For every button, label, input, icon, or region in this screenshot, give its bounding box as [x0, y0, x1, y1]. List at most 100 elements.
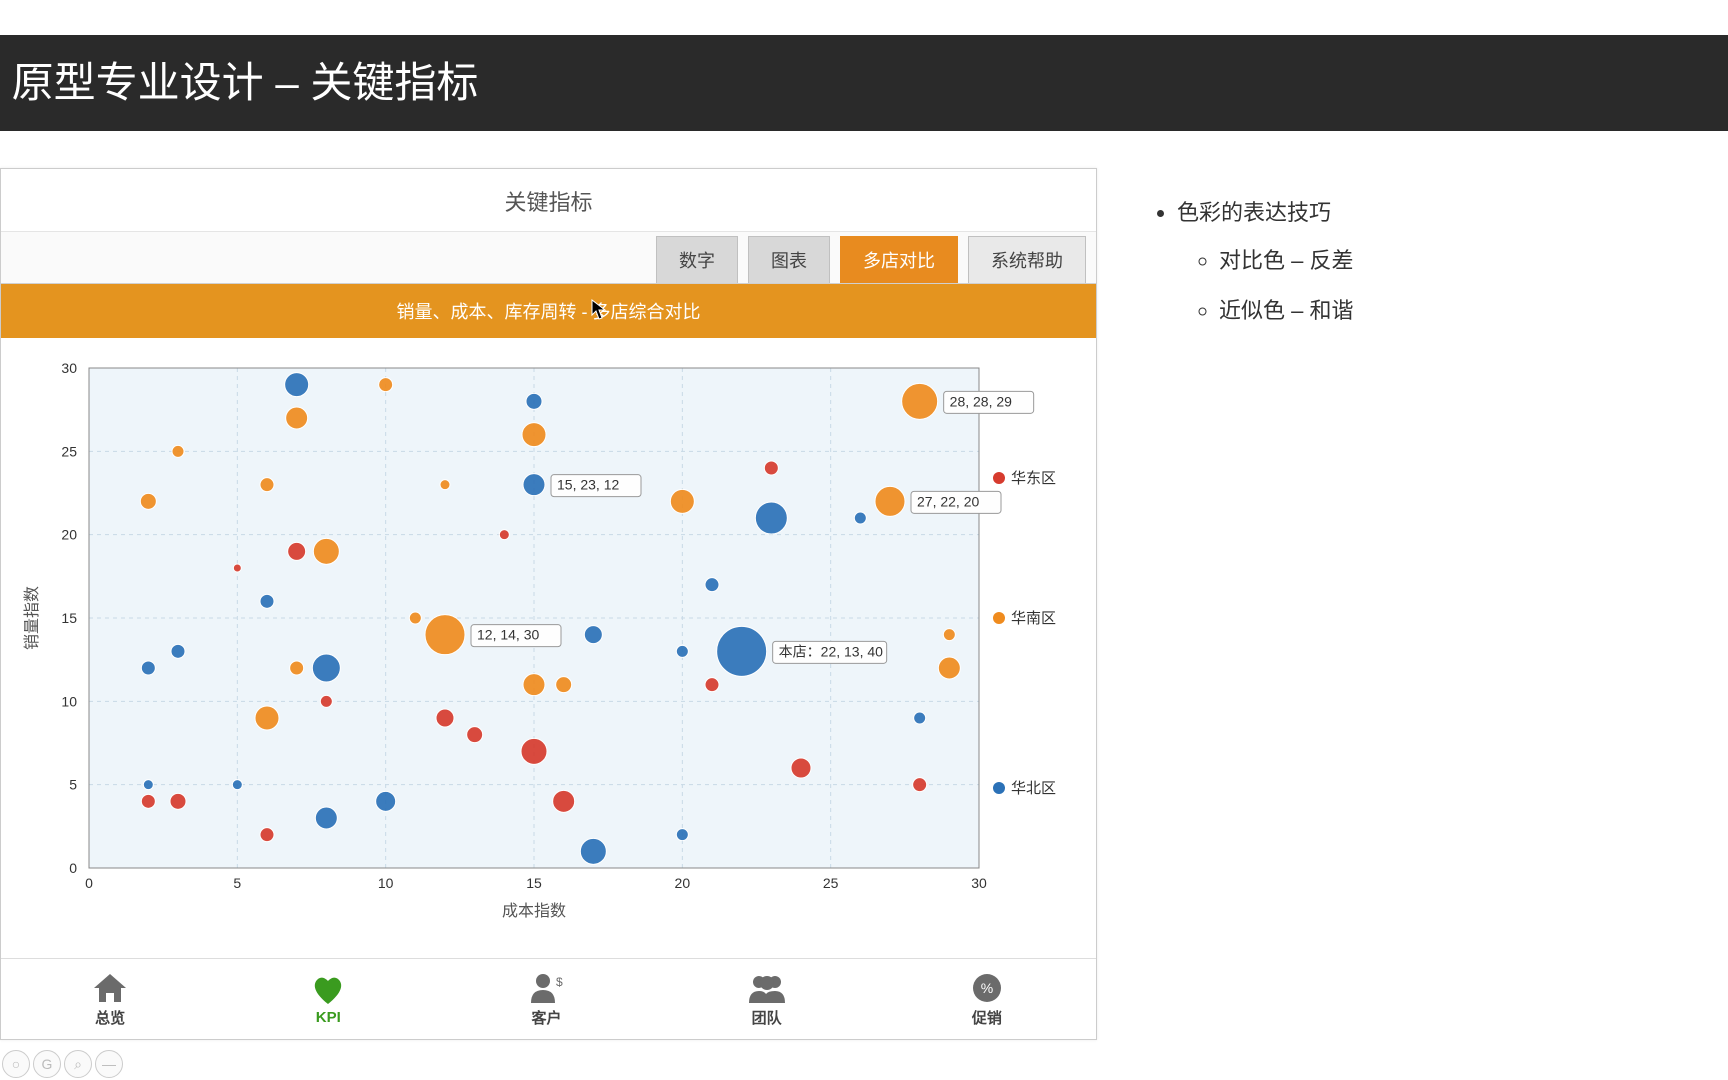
bubble[interactable]	[764, 461, 778, 475]
bubble[interactable]	[912, 778, 926, 792]
bubble[interactable]	[170, 793, 186, 809]
notes-item-2: 近似色 – 和谐	[1219, 293, 1655, 325]
tab-help[interactable]: 系统帮助	[968, 236, 1086, 283]
bubble[interactable]	[260, 594, 274, 608]
bubble[interactable]	[378, 378, 392, 392]
tab-numbers[interactable]: 数字	[656, 236, 738, 283]
bubble[interactable]	[523, 674, 545, 696]
bubble[interactable]	[552, 790, 574, 812]
chart-title-bar: 销量、成本、库存周转 - 多店综合对比	[1, 284, 1096, 338]
bubble[interactable]	[141, 794, 155, 808]
bubble[interactable]	[315, 807, 337, 829]
nav-overview[interactable]: 总览	[90, 971, 130, 1028]
nav-overview-label: 总览	[90, 1007, 130, 1028]
svg-text:30: 30	[971, 875, 987, 891]
bubble[interactable]	[466, 727, 482, 743]
svg-text:0: 0	[85, 875, 93, 891]
tab-multistore[interactable]: 多店对比	[840, 236, 958, 283]
bubble[interactable]	[320, 695, 332, 707]
bubble[interactable]	[522, 423, 546, 447]
toolbar-btn-1[interactable]: ○	[2, 1050, 30, 1078]
bubble[interactable]	[255, 706, 279, 730]
tab-numbers-label: 数字	[679, 251, 715, 271]
svg-text:28, 28, 29: 28, 28, 29	[949, 393, 1011, 409]
bubble[interactable]	[425, 615, 465, 655]
bubble[interactable]	[499, 530, 509, 540]
svg-text:10: 10	[377, 875, 393, 891]
bubble[interactable]	[260, 478, 274, 492]
svg-text:10: 10	[61, 693, 77, 709]
tab-chart[interactable]: 图表	[748, 236, 830, 283]
bubble[interactable]	[584, 626, 602, 644]
annot-12-14: 12, 14, 30	[471, 625, 561, 647]
svg-text:$: $	[556, 975, 563, 989]
bubble[interactable]	[312, 654, 340, 682]
bubble[interactable]	[141, 661, 155, 675]
annot-self: 本店：22, 13, 40	[772, 641, 886, 663]
svg-text:20: 20	[61, 527, 77, 543]
bubble[interactable]	[854, 512, 866, 524]
bubble[interactable]	[171, 644, 185, 658]
bubble[interactable]	[670, 489, 694, 513]
bubble[interactable]	[409, 612, 421, 624]
bubble[interactable]	[705, 578, 719, 592]
nav-promo[interactable]: % 促销	[967, 971, 1007, 1028]
group-icon	[745, 971, 789, 1005]
bubble[interactable]	[440, 480, 450, 490]
bubble[interactable]	[232, 780, 242, 790]
bubble[interactable]	[436, 709, 454, 727]
bubble[interactable]	[755, 502, 787, 534]
bubble[interactable]	[143, 780, 153, 790]
notes-title: 色彩的表达技巧 对比色 – 反差 近似色 – 和谐	[1177, 195, 1655, 325]
slide-title: 原型专业设计 – 关键指标	[0, 35, 1728, 131]
bubble[interactable]	[875, 486, 905, 516]
bubble[interactable]	[523, 474, 545, 496]
bubble[interactable]	[716, 626, 766, 676]
notes-item-1: 对比色 – 反差	[1219, 243, 1655, 275]
bubble[interactable]	[913, 712, 925, 724]
bottom-nav: 总览 KPI $ 客户 团队 % 促销	[1, 958, 1096, 1039]
bubble[interactable]	[676, 829, 688, 841]
tab-multistore-label: 多店对比	[863, 251, 935, 271]
toolbar-btn-3[interactable]: ⌕	[64, 1050, 92, 1078]
svg-text:25: 25	[61, 443, 77, 459]
bubble[interactable]	[287, 542, 305, 560]
bubble[interactable]	[676, 645, 688, 657]
bubble[interactable]	[555, 677, 571, 693]
bubble[interactable]	[705, 678, 719, 692]
percent-badge-icon: %	[967, 971, 1007, 1005]
svg-text:20: 20	[674, 875, 690, 891]
bubble[interactable]	[260, 828, 274, 842]
nav-kpi-label: KPI	[308, 1009, 348, 1026]
nav-customer[interactable]: $ 客户	[526, 971, 566, 1028]
bubble[interactable]	[313, 538, 339, 564]
svg-text:12, 14, 30: 12, 14, 30	[477, 627, 539, 643]
bubble[interactable]	[901, 383, 937, 419]
bubble-chart: 051015202530051015202530成本指数销量指数12, 14, …	[19, 348, 1079, 928]
bubble[interactable]	[289, 661, 303, 675]
bubble[interactable]	[375, 791, 395, 811]
bubble[interactable]	[938, 657, 960, 679]
bubble[interactable]	[285, 407, 307, 429]
bubble[interactable]	[580, 838, 606, 864]
svg-text:华南区: 华南区	[1011, 610, 1056, 627]
nav-team[interactable]: 团队	[745, 971, 789, 1028]
svg-text:5: 5	[69, 777, 77, 793]
bubble[interactable]	[521, 738, 547, 764]
toolbar-btn-4[interactable]: —	[95, 1050, 123, 1078]
bubble[interactable]	[943, 629, 955, 641]
bubble[interactable]	[233, 564, 241, 572]
bubble[interactable]	[526, 393, 542, 409]
annot-27-22: 27, 22, 20	[911, 491, 1001, 513]
bubble[interactable]	[172, 445, 184, 457]
bubble[interactable]	[284, 373, 308, 397]
annot-15-23: 15, 23, 12	[551, 475, 641, 497]
toolbar-btn-2[interactable]: G	[33, 1050, 61, 1078]
nav-kpi[interactable]: KPI	[308, 973, 348, 1026]
svg-text:5: 5	[233, 875, 241, 891]
tabbar: 数字 图表 多店对比 系统帮助	[1, 232, 1096, 284]
person-dollar-icon: $	[526, 971, 566, 1005]
bubble[interactable]	[140, 493, 156, 509]
bubble[interactable]	[791, 758, 811, 778]
nav-promo-label: 促销	[967, 1007, 1007, 1028]
